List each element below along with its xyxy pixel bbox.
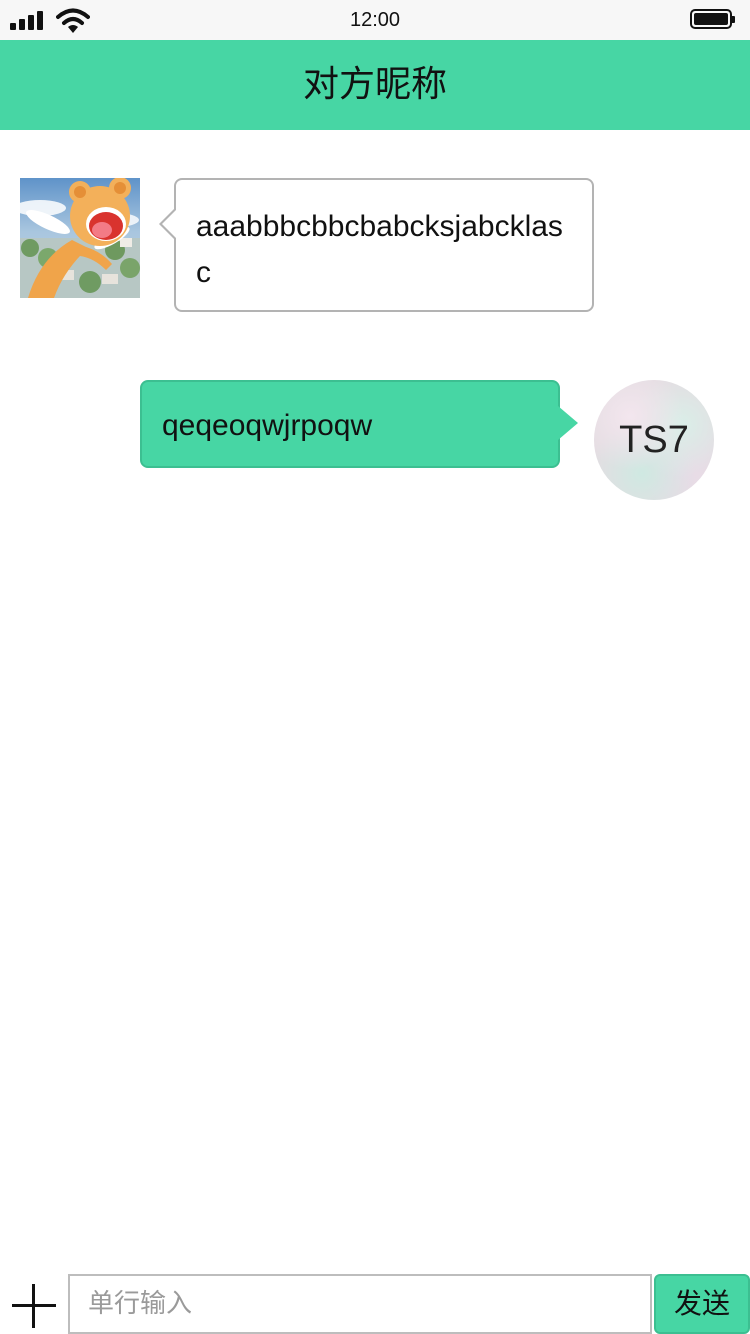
outgoing-message-bubble[interactable]: qeqeoqwjrpoqw: [140, 380, 560, 468]
bubble-tail: [558, 406, 578, 440]
message-input[interactable]: [68, 1274, 652, 1334]
send-button[interactable]: 发送: [654, 1274, 750, 1334]
status-time: 12:00: [349, 9, 401, 31]
user-avatar[interactable]: TS7: [594, 380, 714, 500]
page-title: 对方昵称: [302, 64, 447, 105]
status-bar: 12:00: [0, 0, 750, 40]
contact-avatar[interactable]: [20, 178, 140, 298]
bubble-tail-fill: [162, 210, 176, 238]
incoming-message-bubble[interactable]: aaabbbcbbcbabcksjabcklasc: [174, 178, 594, 312]
chat-header: 对方昵称: [0, 40, 750, 130]
user-avatar-initials: TS7: [619, 419, 689, 461]
plus-icon[interactable]: [12, 1284, 56, 1328]
battery-icon: [690, 9, 735, 29]
